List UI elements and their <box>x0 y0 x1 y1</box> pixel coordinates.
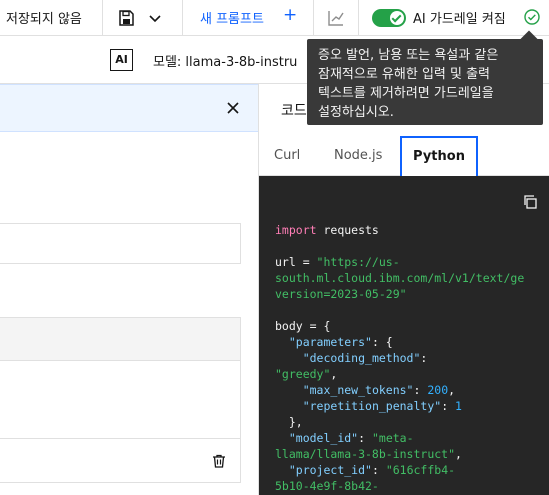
tab-curl[interactable]: Curl <box>274 136 300 176</box>
code-token: "max_new_tokens" <box>302 383 414 397</box>
code-token: requests <box>316 223 379 237</box>
chevron-down-icon[interactable] <box>146 8 164 28</box>
code-token: }, <box>288 415 303 429</box>
toolbar-divider <box>182 0 183 36</box>
new-prompt-button[interactable]: 새 프롬프트 <box>200 8 264 27</box>
code-token: version=2023-05-29" <box>275 287 407 301</box>
tab-nodejs[interactable]: Node.js <box>334 136 382 176</box>
ai-badge: AI <box>110 49 133 71</box>
top-toolbar: 저장되지 않음 새 프롬프트 + AI 가드레일 켜짐 <box>0 0 549 36</box>
trash-icon[interactable] <box>211 453 227 469</box>
section-header <box>0 317 241 361</box>
code-token: "project_id" <box>288 463 372 477</box>
code-token: "repetition_penalty" <box>302 399 442 413</box>
code-token: "model_id" <box>288 431 359 445</box>
code-token: 200 <box>427 383 449 397</box>
code-token: 1 <box>455 399 462 413</box>
code-token: "decoding_method" <box>302 351 421 365</box>
model-selector[interactable]: 모델: llama-3-8b-instru <box>153 51 297 70</box>
code-token: import <box>275 223 317 237</box>
save-icon[interactable] <box>116 8 136 28</box>
guardrails-toggle[interactable] <box>372 9 406 27</box>
tooltip-text: 설정하십시오. <box>318 105 394 120</box>
toggle-knob <box>390 11 404 25</box>
copy-icon[interactable] <box>522 194 538 210</box>
guardrails-label: AI 가드레일 켜짐 <box>413 12 506 27</box>
code-token: south.ml.cloud.ibm.com/ml/v1/text/ge <box>275 271 525 285</box>
toolbar-divider <box>358 0 359 36</box>
checkmark-outline-icon <box>524 9 540 25</box>
text-field[interactable] <box>0 223 241 264</box>
code-snippet: import requests url = "https://us- south… <box>275 223 525 493</box>
code-token: 5b10-4e9f-8b42- <box>275 479 379 493</box>
code-token: body = { <box>275 319 331 333</box>
save-status: 저장되지 않음 <box>6 12 82 27</box>
chart-icon[interactable] <box>326 8 346 28</box>
code-token: "https://us- <box>316 255 400 269</box>
guardrails-tooltip: 증오 발언, 남용 또는 욕설과 같은 잠재적으로 유해한 입력 및 출력 텍스… <box>307 39 543 125</box>
close-icon[interactable] <box>225 100 241 116</box>
tooltip-text: 증오 발언, 남용 또는 욕설과 같은 <box>318 48 499 63</box>
code-tabs: Curl Node.js Python <box>259 136 549 176</box>
tab-python[interactable]: Python <box>400 136 478 176</box>
code-token: : { <box>371 335 393 349</box>
code-token: llama/llama-3-8b-instruct" <box>275 447 456 461</box>
tooltip-text: 텍스트를 제거하려면 가드레일을 <box>318 86 494 101</box>
left-panel <box>0 84 258 495</box>
add-icon[interactable]: + <box>283 5 297 25</box>
code-panel: 코드 Curl Node.js Python import requests u… <box>258 84 549 495</box>
code-token: : <box>420 351 428 365</box>
code-token: url = <box>275 255 317 269</box>
code-token: "616cffb4- <box>385 463 456 477</box>
panel-title: 코드 <box>281 103 307 119</box>
code-block: import requests url = "https://us- south… <box>259 176 549 495</box>
toolbar-divider <box>102 0 103 36</box>
section-body[interactable] <box>0 361 241 439</box>
list-item <box>0 439 241 483</box>
code-token: "parameters" <box>288 335 372 349</box>
tooltip-text: 잠재적으로 유해한 입력 및 출력 <box>318 67 491 82</box>
code-token: "meta- <box>371 431 414 445</box>
notification-banner <box>0 84 258 132</box>
code-token: "greedy" <box>275 367 331 381</box>
toolbar-divider <box>313 0 314 36</box>
